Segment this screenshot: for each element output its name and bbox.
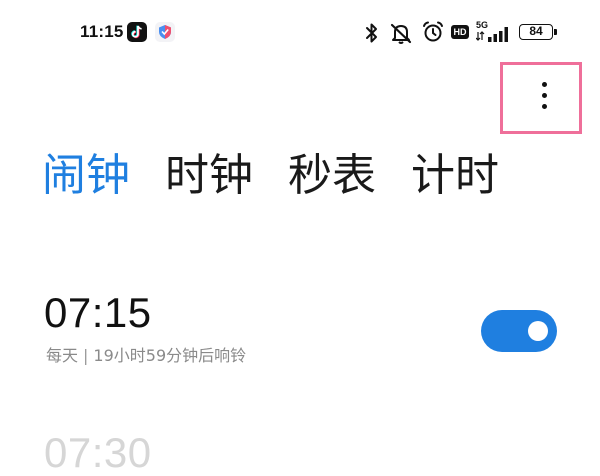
alarm-clock-icon <box>423 21 443 42</box>
status-bar: 11:15 HD 5G 84 <box>0 0 600 66</box>
more-options-button[interactable] <box>500 62 582 134</box>
tab-stopwatch[interactable]: 秒表 <box>288 146 376 206</box>
toggle-knob <box>528 321 548 341</box>
tiktok-icon <box>127 22 147 42</box>
alarm-toggle[interactable] <box>481 310 557 352</box>
alarm-time: 07:15 <box>44 289 152 336</box>
divider: | <box>83 346 89 365</box>
alarm-time-second[interactable]: 07:30 <box>44 430 152 476</box>
shield-app-icon <box>155 22 175 42</box>
bluetooth-icon <box>366 23 377 43</box>
tab-alarm[interactable]: 闹钟 <box>42 146 130 206</box>
mute-icon <box>390 23 412 44</box>
alarm-repeat: 每天 <box>46 346 79 365</box>
battery-cap <box>554 29 557 35</box>
battery-icon: 84 <box>519 24 553 40</box>
tab-timer[interactable]: 计时 <box>411 146 499 206</box>
tab-clock[interactable]: 时钟 <box>165 146 253 206</box>
status-time: 11:15 <box>80 22 124 41</box>
alarm-countdown: 19小时59分钟后响铃 <box>93 346 247 365</box>
hd-icon: HD <box>451 25 469 39</box>
alarm-item[interactable]: 07:15 每天 | 19小时59分钟后响铃 <box>0 280 600 380</box>
signal-icon <box>476 27 508 42</box>
alarm-description: 每天 | 19小时59分钟后响铃 <box>46 342 246 366</box>
